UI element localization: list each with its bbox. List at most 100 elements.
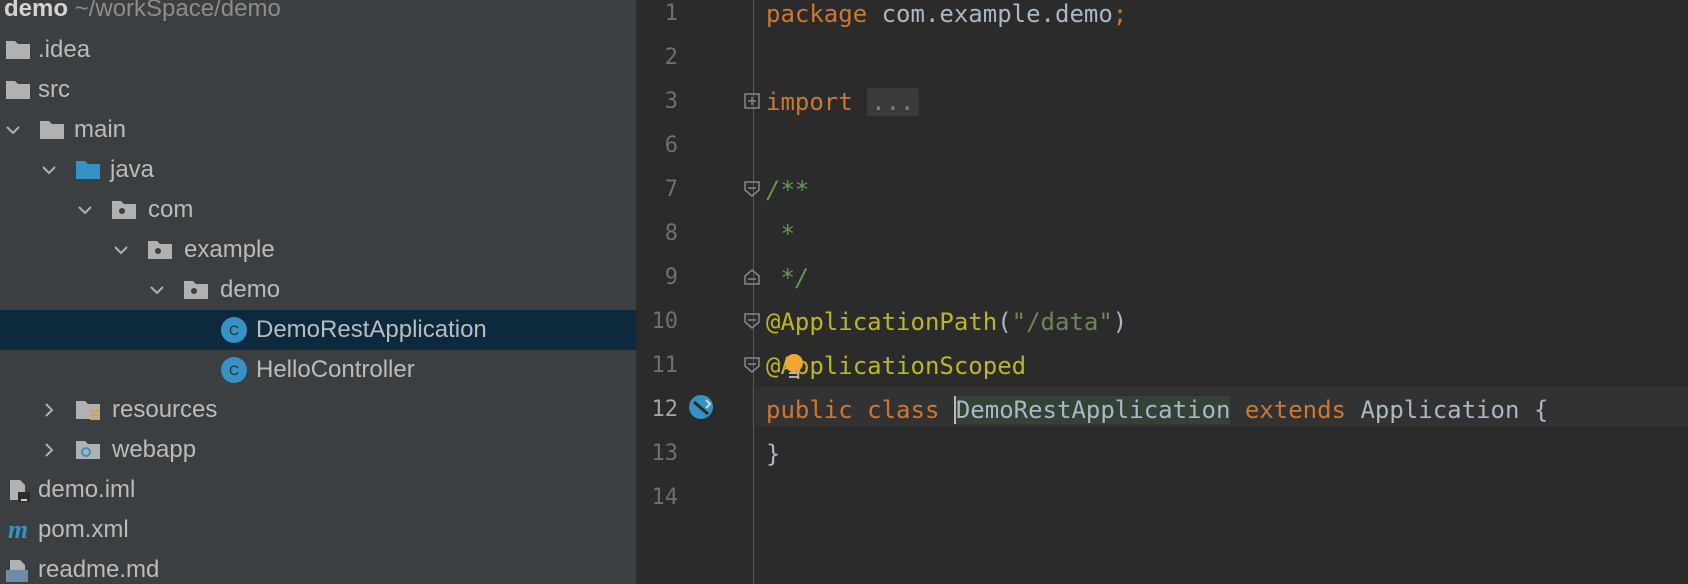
tree-item-label: demo.iml bbox=[38, 476, 136, 503]
java-class-icon: C bbox=[221, 357, 247, 383]
tree-item-webapp[interactable]: webapp bbox=[0, 430, 636, 470]
tree-item-label: readme.md bbox=[38, 556, 160, 583]
superclass-token: Application { bbox=[1360, 396, 1549, 424]
annotation-token: @ bbox=[766, 352, 781, 380]
collapse-fold-icon[interactable] bbox=[744, 181, 760, 197]
line-number: 2 bbox=[664, 45, 678, 70]
package-icon bbox=[148, 241, 172, 259]
line-number: 1 bbox=[664, 1, 678, 26]
tree-item-demo-package[interactable]: demo bbox=[0, 270, 636, 310]
package-name-token: com.example.demo bbox=[867, 0, 1113, 28]
line-number: 9 bbox=[664, 265, 678, 290]
tree-item-label: com bbox=[148, 196, 194, 223]
source-folder-icon bbox=[76, 161, 100, 179]
tree-item-label: webapp bbox=[112, 436, 197, 463]
tree-item-main[interactable]: main bbox=[0, 110, 636, 150]
chevron-down-icon[interactable] bbox=[40, 161, 58, 179]
tree-item-com[interactable]: com bbox=[0, 190, 636, 230]
chevron-right-icon[interactable] bbox=[40, 441, 58, 459]
tree-item-example[interactable]: example bbox=[0, 230, 636, 270]
tree-item-label: src bbox=[38, 76, 70, 103]
semicolon-token: ; bbox=[1112, 0, 1128, 28]
tree-root-row[interactable]: demo ~/workSpace/demo bbox=[0, 0, 636, 32]
line-number: 3 bbox=[664, 89, 678, 114]
keyword-token: public bbox=[766, 396, 853, 424]
chevron-right-icon[interactable] bbox=[40, 401, 58, 419]
paren-token: ( bbox=[997, 308, 1012, 336]
keyword-token: extends bbox=[1230, 396, 1361, 424]
maven-file-icon: m bbox=[8, 518, 28, 542]
tree-item-label: main bbox=[74, 116, 127, 143]
tree-item-label: DemoRestApplication bbox=[256, 316, 487, 343]
project-name: demo bbox=[4, 0, 69, 22]
expand-fold-icon[interactable] bbox=[744, 93, 760, 109]
folder-icon bbox=[40, 121, 64, 139]
keyword-token: class bbox=[852, 396, 954, 424]
tree-item-demorestapplication[interactable]: C DemoRestApplication bbox=[0, 310, 636, 350]
tree-item-label: pom.xml bbox=[38, 516, 129, 543]
collapsed-imports[interactable]: ... bbox=[867, 88, 919, 116]
project-tree-panel: demo ~/workSpace/demo .idea src main jav… bbox=[0, 0, 636, 584]
tree-item-resources[interactable]: resources bbox=[0, 390, 636, 430]
chevron-down-icon[interactable] bbox=[148, 281, 166, 299]
code-line-13[interactable]: } bbox=[766, 440, 780, 468]
java-class-icon: C bbox=[221, 317, 247, 343]
tree-item-pom-xml[interactable]: m pom.xml bbox=[0, 510, 636, 550]
tree-item-label: java bbox=[110, 156, 155, 183]
markdown-file-icon bbox=[6, 560, 28, 582]
tree-item-label: example bbox=[184, 236, 275, 263]
class-name-token: DemoRestApplication bbox=[953, 396, 1231, 424]
keyword-token: import bbox=[766, 88, 853, 116]
iml-file-icon bbox=[10, 480, 30, 502]
code-line-3[interactable]: import ... bbox=[766, 88, 919, 116]
code-line-10[interactable]: @ApplicationPath("/data") bbox=[766, 308, 1127, 336]
tree-item-label: demo bbox=[220, 276, 281, 303]
line-number: 11 bbox=[651, 353, 679, 378]
run-application-icon[interactable] bbox=[686, 392, 718, 424]
gutter-separator bbox=[753, 0, 754, 584]
chevron-down-icon[interactable] bbox=[112, 241, 130, 259]
tree-item-java[interactable]: java bbox=[0, 150, 636, 190]
line-number: 8 bbox=[664, 221, 678, 246]
resources-folder-icon bbox=[76, 401, 100, 420]
tree-item-idea[interactable]: .idea bbox=[0, 30, 636, 70]
tree-item-label: .idea bbox=[38, 36, 91, 63]
keyword-token: package bbox=[766, 0, 868, 28]
svg-text:m: m bbox=[8, 518, 28, 542]
tree-root-label: demo ~/workSpace/demo bbox=[4, 0, 281, 22]
line-number: 14 bbox=[651, 485, 679, 510]
chevron-down-icon[interactable] bbox=[76, 201, 94, 219]
line-number: 10 bbox=[651, 309, 679, 334]
package-icon bbox=[112, 201, 136, 219]
lightbulb-icon[interactable] bbox=[782, 352, 806, 382]
code-line-12[interactable]: public class DemoRestApplication extends… bbox=[766, 396, 1548, 424]
web-folder-icon bbox=[76, 441, 100, 459]
string-token: "/data" bbox=[1011, 308, 1113, 336]
line-number: 13 bbox=[651, 441, 679, 466]
tree-item-src[interactable]: src bbox=[0, 70, 636, 110]
svg-text:C: C bbox=[229, 362, 239, 378]
tree-item-label: resources bbox=[112, 396, 218, 423]
collapse-fold-icon[interactable] bbox=[744, 357, 760, 373]
tree-item-demo-iml[interactable]: demo.iml bbox=[0, 470, 636, 510]
code-line-7[interactable]: /** bbox=[766, 176, 809, 204]
tree-item-readme-md[interactable]: readme.md bbox=[0, 550, 636, 584]
project-path: ~/workSpace/demo bbox=[74, 0, 281, 22]
annotation-token: ApplicationScoped bbox=[780, 352, 1027, 380]
line-number: 6 bbox=[664, 133, 678, 158]
tree-item-label: HelloController bbox=[256, 356, 415, 383]
svg-text:C: C bbox=[229, 322, 239, 338]
paren-token: ) bbox=[1112, 308, 1128, 336]
folder-icon bbox=[6, 41, 30, 59]
tree-item-hellocontroller[interactable]: C HelloController bbox=[0, 350, 636, 390]
collapse-fold-icon[interactable] bbox=[744, 313, 760, 329]
code-line-8[interactable]: * bbox=[766, 220, 794, 248]
annotation-token: @ApplicationPath bbox=[766, 308, 998, 336]
code-editor[interactable]: 1 2 3 6 7 8 9 10 11 12 13 14 package com… bbox=[636, 0, 1688, 584]
line-number: 7 bbox=[664, 177, 678, 202]
code-line-9[interactable]: */ bbox=[766, 264, 809, 292]
line-number: 12 bbox=[651, 397, 679, 422]
fold-end-icon[interactable] bbox=[744, 269, 760, 285]
code-line-1[interactable]: package com.example.demo; bbox=[766, 0, 1127, 28]
chevron-down-icon[interactable] bbox=[4, 121, 22, 139]
